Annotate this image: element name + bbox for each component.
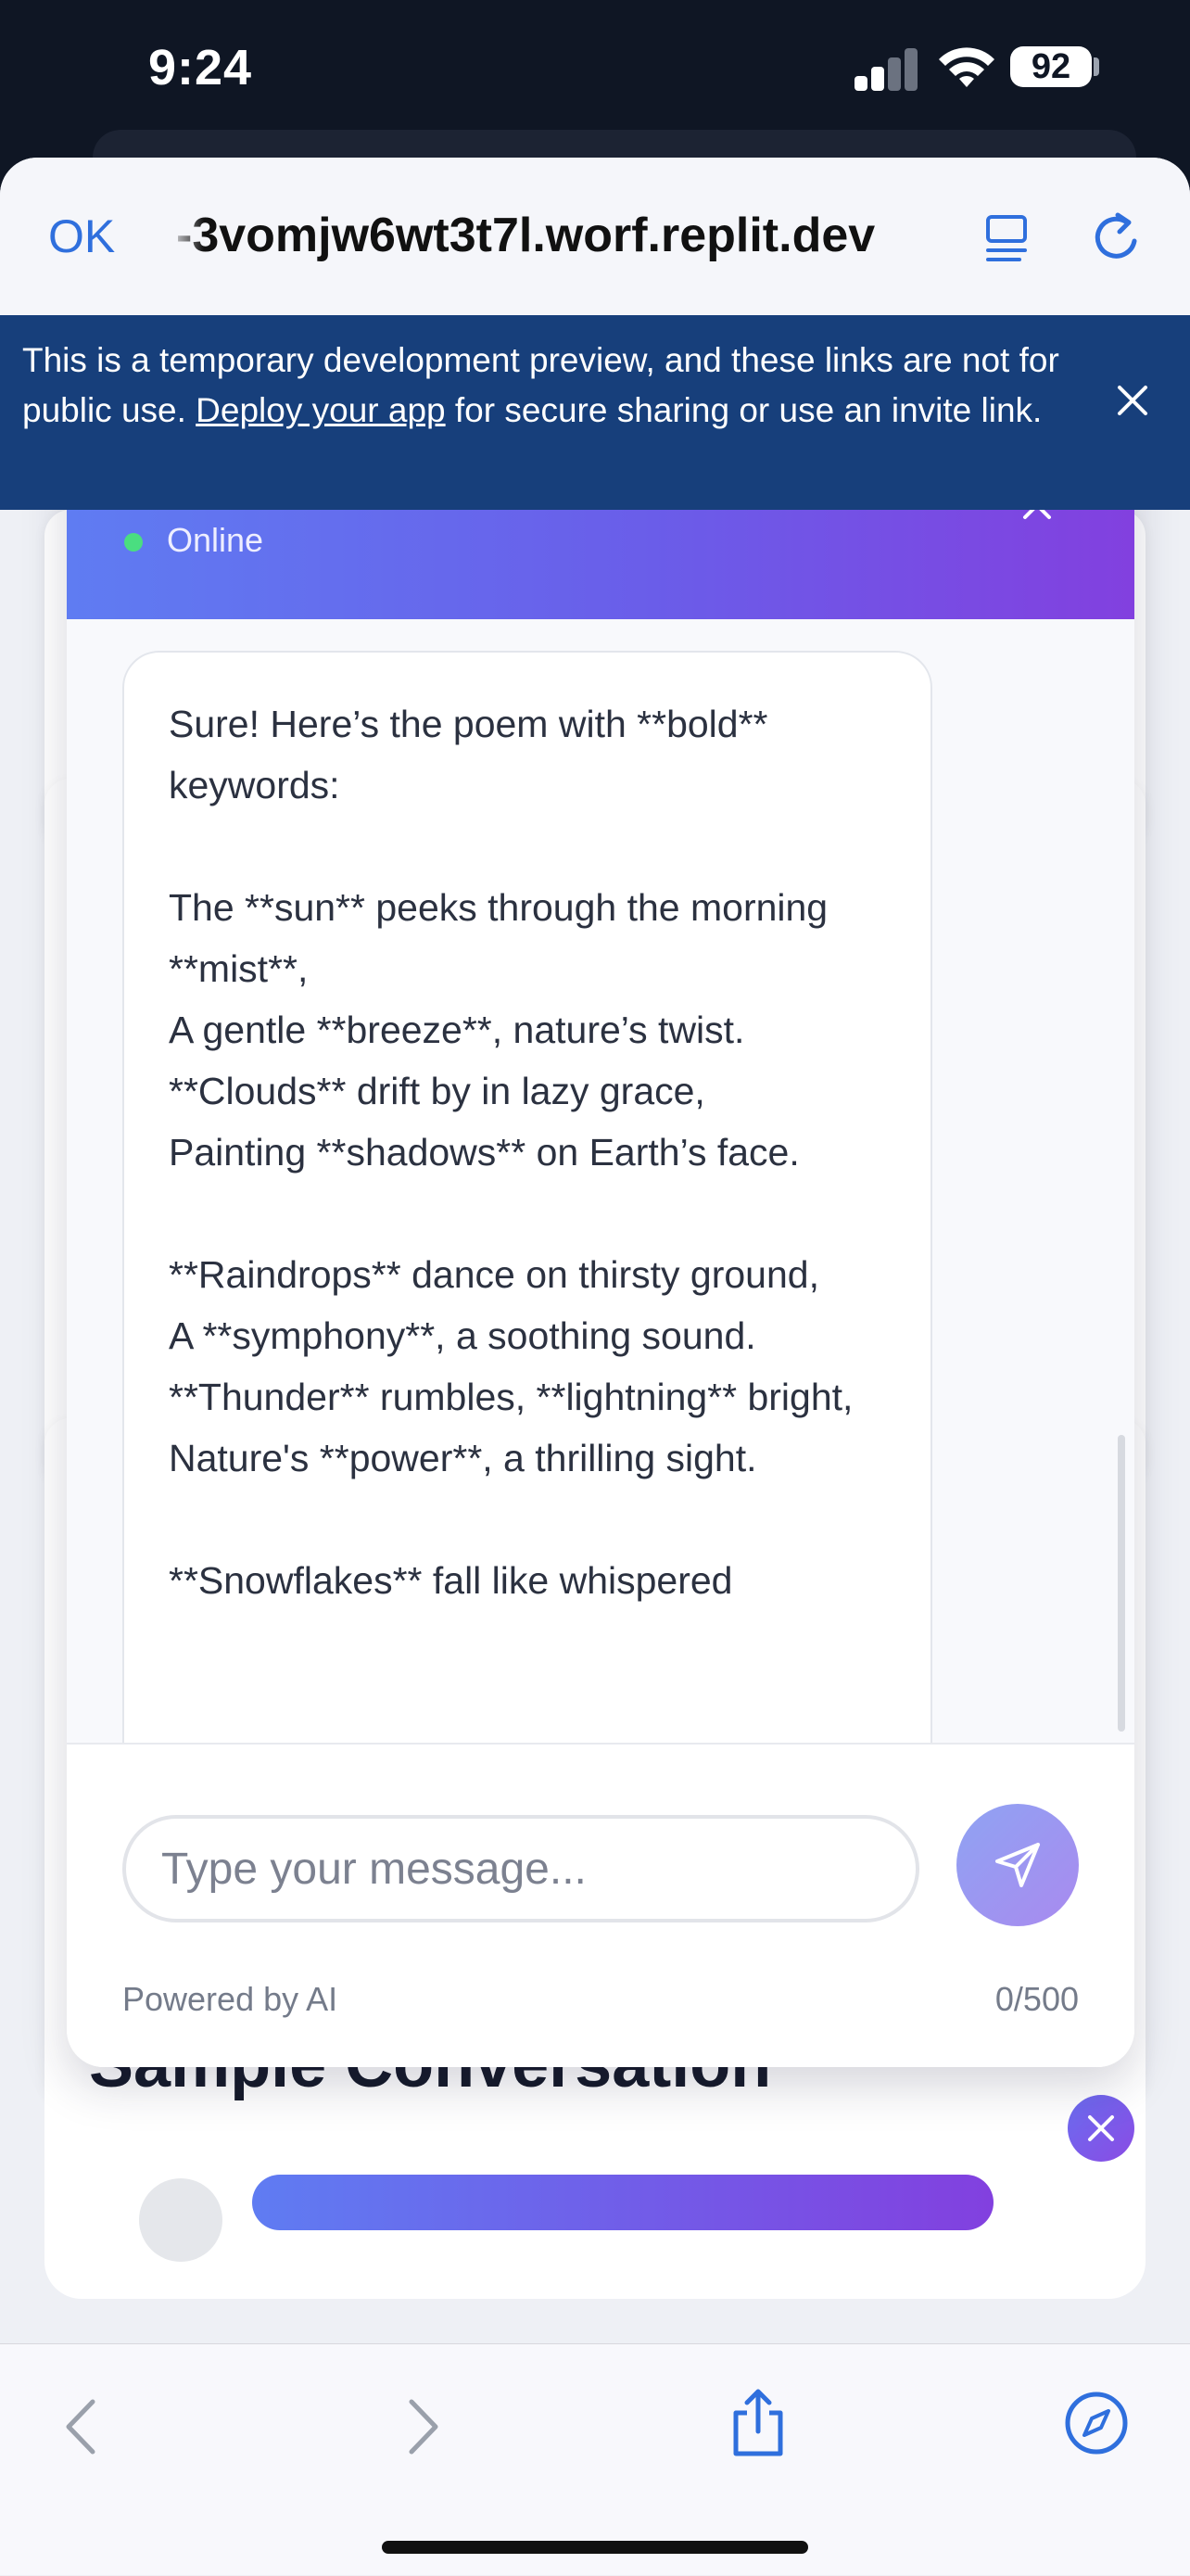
- done-button[interactable]: OK: [48, 209, 115, 263]
- assistant-message-text: Sure! Here’s the poem with **bold** keyw…: [169, 703, 854, 1602]
- status-bar: 9:24 92: [0, 0, 1190, 139]
- floating-close-button[interactable]: [1068, 2095, 1134, 2162]
- status-time: 9:24: [148, 40, 253, 95]
- send-icon: [995, 1843, 1040, 1887]
- banner-text: This is a temporary development preview,…: [22, 336, 1060, 436]
- send-button[interactable]: [956, 1804, 1079, 1926]
- character-counter: 0/500: [994, 1980, 1079, 2018]
- banner-text-after: for secure sharing or use an invite link…: [445, 391, 1043, 429]
- assistant-message-bubble: Sure! Here’s the poem with **bold** keyw…: [122, 651, 932, 1743]
- close-icon: [1088, 2115, 1114, 2141]
- home-indicator: [382, 2541, 808, 2554]
- message-list[interactable]: Sure! Here’s the poem with **bold** keyw…: [67, 619, 1134, 1743]
- compass-icon[interactable]: [1064, 2391, 1129, 2455]
- url-fade: [167, 204, 204, 269]
- avatar: [139, 2178, 222, 2262]
- reader-mode-icon[interactable]: [982, 213, 1031, 265]
- message-composer: Powered by AI 0/500: [67, 1743, 1134, 2067]
- sample-message-bubble: [252, 2175, 994, 2230]
- back-icon[interactable]: [57, 2394, 104, 2459]
- dev-preview-banner: This is a temporary development preview,…: [0, 315, 1190, 510]
- deploy-app-link[interactable]: Deploy your app: [196, 391, 445, 429]
- browser-toolbar: [0, 2343, 1190, 2576]
- reload-icon[interactable]: [1090, 209, 1144, 265]
- online-status-dot: [124, 533, 143, 552]
- url-field[interactable]: -3vomjw6wt3t7l.worf.replit.dev: [176, 208, 936, 263]
- battery-indicator: 92: [1010, 46, 1092, 87]
- share-icon[interactable]: [728, 2387, 788, 2459]
- close-icon[interactable]: [1114, 382, 1151, 419]
- browser-address-bar: OK -3vomjw6wt3t7l.worf.replit.dev: [0, 158, 1190, 315]
- powered-by-label: Powered by AI: [122, 1980, 338, 2018]
- battery-tip: [1094, 57, 1099, 76]
- forward-icon[interactable]: [400, 2394, 447, 2459]
- wifi-icon: [939, 47, 994, 87]
- cellular-signal-icon: [855, 43, 919, 91]
- online-status-label: Online: [167, 521, 264, 559]
- scrollbar[interactable]: [1118, 1435, 1125, 1732]
- chat-widget: Online Sure! Here’s the poem with **bold…: [67, 436, 1134, 2067]
- message-input[interactable]: [122, 1815, 919, 1922]
